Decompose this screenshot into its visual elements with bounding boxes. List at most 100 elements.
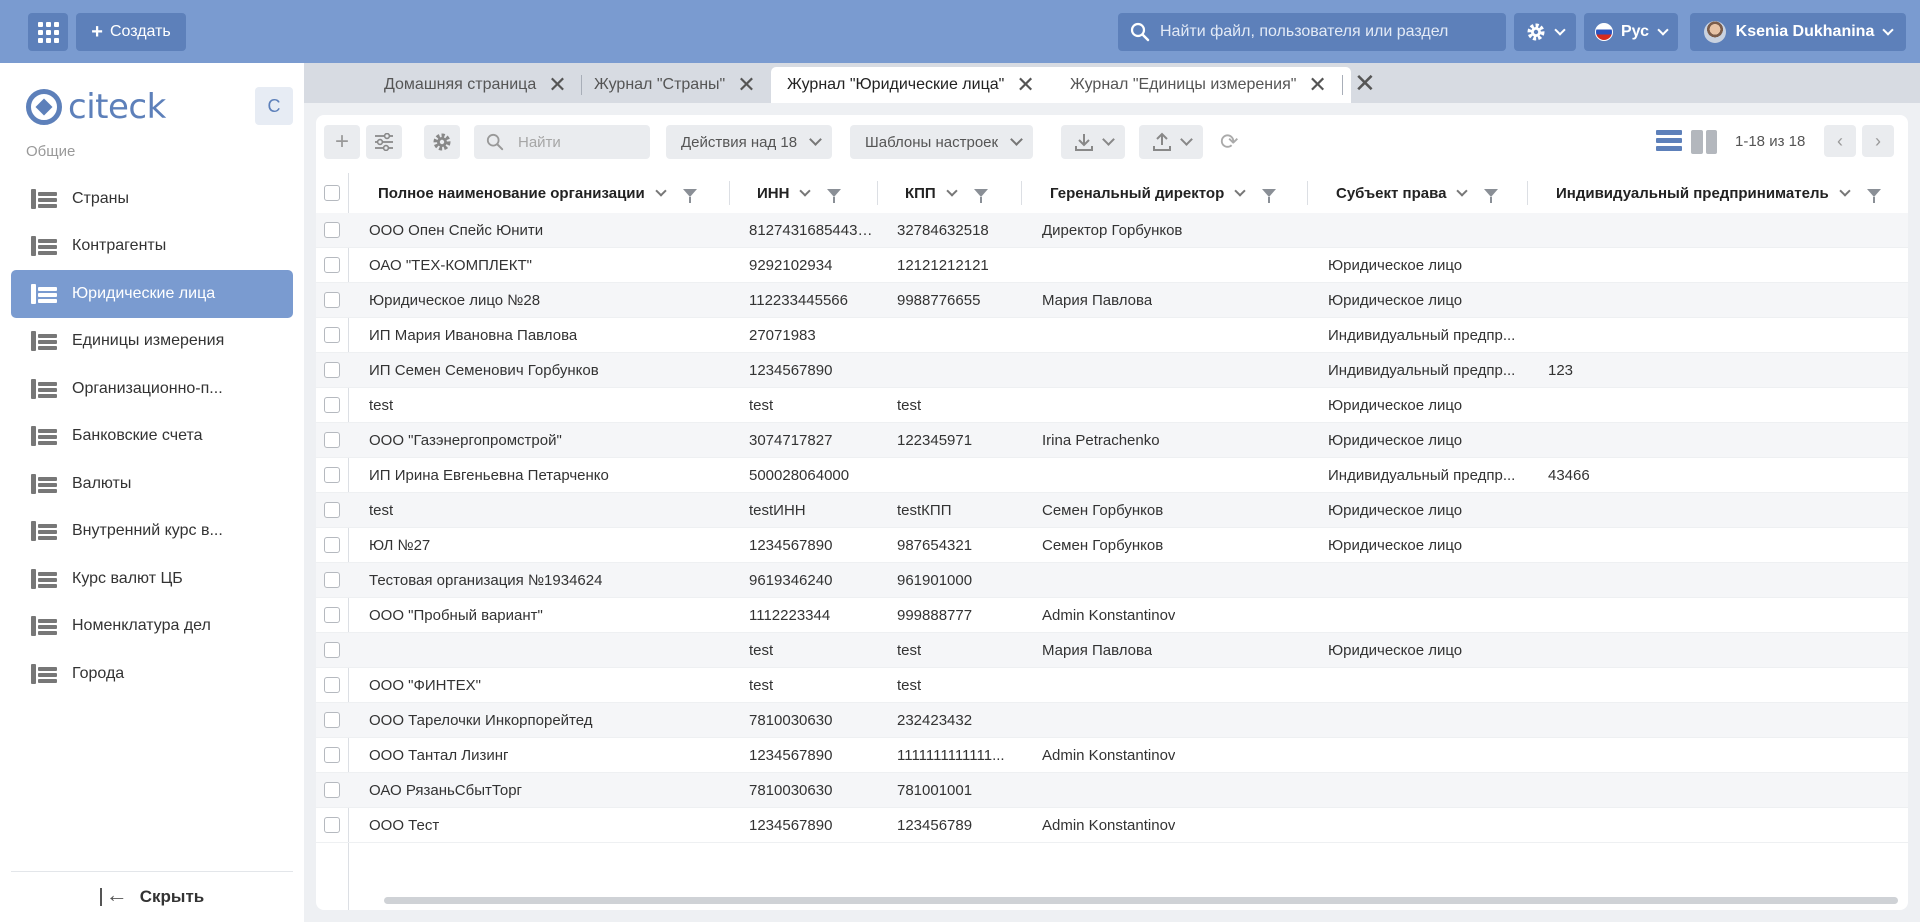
sidebar-item[interactable]: Курс валют ЦБ (11, 555, 293, 603)
journal-search-input[interactable]: Найти (474, 125, 650, 159)
journal-gear-button[interactable] (424, 125, 460, 159)
filter-icon[interactable] (827, 189, 842, 203)
row-checkbox[interactable] (324, 222, 340, 238)
row-checkbox[interactable] (324, 432, 340, 448)
table-row[interactable]: ОАО РязаньСбытТорг 7810030630 781001001 (316, 773, 1908, 808)
close-icon[interactable]: ✕ (1016, 74, 1034, 96)
settings-button[interactable] (1514, 13, 1576, 51)
row-checkbox[interactable] (324, 572, 340, 588)
close-icon[interactable]: ✕ (737, 74, 755, 96)
column-header-full-name[interactable]: Полное наименование организации (378, 173, 697, 213)
export-dropdown[interactable] (1061, 125, 1125, 159)
row-checkbox[interactable] (324, 362, 340, 378)
table-row[interactable]: ОАО "ТЕХ-КОМПЛЕКТ" 9292102934 12121212121 Ю… (316, 248, 1908, 283)
settings-templates-dropdown[interactable]: Шаблоны настроек (850, 125, 1034, 159)
chevron-down-icon[interactable] (655, 184, 667, 197)
sidebar-item[interactable]: Номенклатура дел (11, 603, 293, 651)
filter-icon[interactable] (682, 189, 697, 203)
create-button[interactable]: + Создать (76, 13, 186, 51)
row-checkbox[interactable] (324, 292, 340, 308)
column-header-entrepreneur[interactable]: Индивидуальный предприниматель (1556, 173, 1881, 213)
close-icon[interactable]: ✕ (1308, 74, 1326, 96)
row-checkbox[interactable] (324, 747, 340, 763)
table-row[interactable]: Тестовая организация №1934624 9619346240 9… (316, 563, 1908, 598)
column-header-inn[interactable]: ИНН (757, 173, 842, 213)
table-row[interactable]: ООО Опен Спейс Юнити 81274316854432... 327… (316, 213, 1908, 248)
table-row[interactable]: ООО Тантал Лизинг 1234567890 1111111111111… (316, 738, 1908, 773)
chevron-left-icon: ‹ (1837, 130, 1843, 151)
list-view-icon[interactable] (1656, 130, 1682, 154)
sidebar-item[interactable]: Валюты (11, 460, 293, 508)
table-row[interactable]: ЮЛ №27 1234567890 987654321 Семен Горбунков… (316, 528, 1908, 563)
sidebar-collapse-button[interactable]: C (255, 87, 293, 125)
row-checkbox[interactable] (324, 397, 340, 413)
chevron-down-icon[interactable] (1456, 184, 1469, 197)
sidebar-item[interactable]: Организационно-п... (11, 365, 293, 413)
user-menu-button[interactable]: Ksenia Dukhanina (1690, 13, 1906, 51)
row-checkbox[interactable] (324, 607, 340, 623)
sidebar-item[interactable]: Юридические лица (11, 270, 293, 318)
row-checkbox[interactable] (324, 677, 340, 693)
table-row[interactable]: ООО Тест 1234567890 123456789 Admin Konstan… (316, 808, 1908, 843)
journal-settings-button[interactable] (366, 125, 402, 159)
next-page-button[interactable]: › (1862, 125, 1894, 157)
tab-home[interactable]: Домашняя страница ✕ (372, 67, 567, 103)
row-checkbox[interactable] (324, 642, 340, 658)
row-checkbox[interactable] (324, 782, 340, 798)
row-checkbox[interactable] (324, 817, 340, 833)
import-dropdown[interactable] (1139, 125, 1203, 159)
tab-countries[interactable]: Журнал "Страны" ✕ (582, 67, 756, 103)
table-row[interactable]: ООО "Газэнергопромстрой" 3074717827 122345… (316, 423, 1908, 458)
column-header-legal-subject[interactable]: Субъект права (1336, 173, 1499, 213)
filter-icon[interactable] (1484, 189, 1499, 203)
row-checkbox[interactable] (324, 257, 340, 273)
select-all-checkbox[interactable] (324, 185, 340, 201)
table-row[interactable]: Юридическое лицо №28 112233445566 99887766… (316, 283, 1908, 318)
apps-menu-button[interactable] (28, 13, 68, 51)
row-checkbox[interactable] (324, 502, 340, 518)
tab-units[interactable]: Журнал "Единицы измерения" ✕ (1058, 67, 1327, 103)
row-checkbox[interactable] (324, 712, 340, 728)
row-checkbox[interactable] (324, 467, 340, 483)
row-checkbox[interactable] (324, 327, 340, 343)
global-search-input[interactable]: Найти файл, пользователя или раздел (1118, 13, 1506, 51)
hide-sidebar-button[interactable]: Скрыть (11, 871, 293, 922)
table-cell: Индивидуальный предпр... (1328, 466, 1516, 484)
table-row[interactable]: ИП Ирина Евгеньевна Петарченко 5000280640… (316, 458, 1908, 493)
table-row[interactable]: ИП Мария Ивановна Павлова 27071983 Индивид… (316, 318, 1908, 353)
horizontal-scrollbar[interactable] (384, 897, 1898, 904)
sidebar-item[interactable]: Банковские счета (11, 413, 293, 461)
group-actions-dropdown[interactable]: Действия над 18 (666, 125, 833, 159)
filter-icon[interactable] (1262, 189, 1277, 203)
language-selector[interactable]: Рус (1584, 13, 1678, 51)
citeck-logo[interactable]: citeck (26, 87, 166, 127)
add-record-button[interactable]: + (324, 125, 360, 159)
table-row[interactable]: test test Мария Павлова Юридическое лицо (316, 633, 1908, 668)
sidebar-item[interactable]: Контрагенты (11, 223, 293, 271)
table-row[interactable]: ООО Тарелочки Инкорпорейтед 7810030630 232… (316, 703, 1908, 738)
chevron-down-icon[interactable] (1234, 184, 1246, 197)
sidebar-item[interactable]: Единицы измерения (11, 318, 293, 366)
close-icon[interactable]: ✕ (548, 74, 566, 96)
chevron-down-icon[interactable] (799, 184, 812, 197)
column-header-director[interactable]: Геренальный директор (1050, 173, 1277, 213)
table-row[interactable]: ИП Семен Семенович Горбунков 1234567890 Ин… (316, 353, 1908, 388)
sidebar-item[interactable]: Внутренний курс в... (11, 508, 293, 556)
close-all-tabs-icon[interactable]: ✕ (1354, 67, 1376, 99)
table-row[interactable]: ООО "ФИНТЕХ" test test (316, 668, 1908, 703)
row-checkbox[interactable] (324, 537, 340, 553)
table-row[interactable]: test testИНН testКПП Семен Горбунков Юридиче… (316, 493, 1908, 528)
filter-icon[interactable] (1866, 189, 1881, 203)
sidebar-item[interactable]: Страны (11, 175, 293, 223)
refresh-icon[interactable]: ⟳ (1220, 129, 1238, 155)
table-cell: Admin Konstantinov (1042, 746, 1176, 764)
sidebar-item[interactable]: Города (11, 650, 293, 698)
table-row[interactable]: ООО "Пробный вариант" 1112223344 999888777… (316, 598, 1908, 633)
column-header-kpp[interactable]: КПП (905, 173, 988, 213)
columns-view-icon[interactable] (1691, 130, 1717, 154)
filter-icon[interactable] (973, 189, 988, 203)
table-row[interactable]: test test test Юридическое лицо (316, 388, 1908, 423)
chevron-down-icon[interactable] (946, 184, 958, 197)
prev-page-button[interactable]: ‹ (1824, 125, 1856, 157)
chevron-down-icon[interactable] (1839, 184, 1851, 197)
